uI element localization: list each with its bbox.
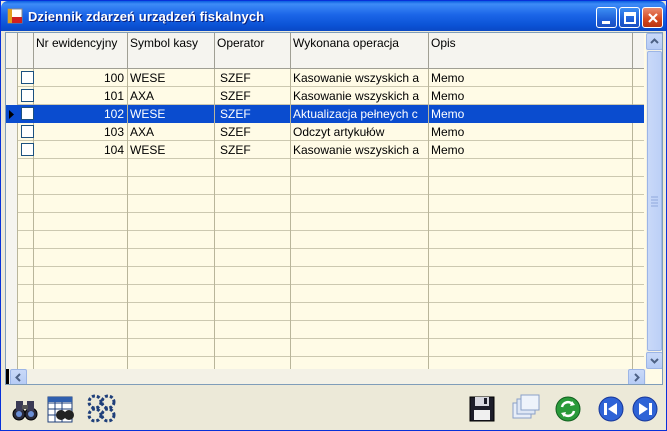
search-button[interactable] [9, 393, 41, 425]
next-button[interactable] [629, 393, 661, 425]
events-grid: Nr ewidencyjny Symbol kasy Operator Wyko… [5, 32, 663, 385]
table-row[interactable]: 104 WESE SZEF Kasowanie wszyskich a Memo [6, 141, 644, 159]
cell-symbol: WESE [128, 105, 215, 123]
gears-icon [87, 394, 116, 423]
row-checkbox[interactable] [21, 89, 34, 102]
cell-operacja: Kasowanie wszyskich a [291, 69, 429, 87]
column-header-filler [633, 33, 644, 69]
scroll-thumb[interactable] [647, 51, 662, 351]
scroll-down-button[interactable] [646, 352, 662, 369]
row-indicator-header [6, 33, 18, 69]
save-icon [469, 396, 495, 422]
column-header-operacja[interactable]: Wykonana operacja [291, 33, 429, 69]
cell-operator: SZEF [215, 141, 291, 159]
windows-button[interactable] [509, 393, 541, 425]
column-header-operator[interactable]: Operator [215, 33, 291, 69]
column-header-nr[interactable]: Nr ewidencyjny [34, 33, 128, 69]
scroll-right-button[interactable] [628, 369, 645, 384]
cell-symbol: AXA [128, 123, 215, 141]
column-header-symbol[interactable]: Symbol kasy [128, 33, 215, 69]
horizontal-scrollbar[interactable] [6, 369, 646, 384]
row-checkbox[interactable] [21, 107, 34, 120]
close-icon [648, 13, 658, 23]
cell-operator: SZEF [215, 87, 291, 105]
chevron-left-icon [15, 373, 21, 382]
grip-icon [651, 196, 658, 207]
row-checkbox[interactable] [21, 143, 34, 156]
previous-button[interactable] [595, 393, 627, 425]
cell-operacja: Aktualizacja pełneych c [291, 105, 429, 123]
column-header-opis[interactable]: Opis [429, 33, 633, 69]
settings-button[interactable] [86, 393, 118, 425]
app-window: Dziennik zdarzeń urządzeń fiskalnych Nr … [0, 0, 667, 431]
minimize-button[interactable] [596, 7, 617, 28]
current-row-indicator-icon [9, 110, 14, 119]
cell-operacja: Odczyt artykułów [291, 123, 429, 141]
cell-nr: 101 [34, 87, 128, 105]
cell-opis: Memo [431, 143, 465, 157]
cell-opis: Memo [431, 89, 465, 103]
row-divider [6, 302, 644, 303]
maximize-button[interactable] [619, 7, 640, 28]
next-icon [632, 396, 658, 422]
cell-operator: SZEF [215, 105, 291, 123]
windows-icon [512, 394, 540, 419]
refresh-button[interactable] [552, 393, 584, 425]
checkbox-header[interactable] [18, 33, 34, 69]
cell-symbol: AXA [128, 87, 215, 105]
title-bar[interactable]: Dziennik zdarzeń urządzeń fiskalnych [1, 1, 666, 31]
row-divider [6, 266, 644, 267]
cell-operacja: Kasowanie wszyskich a [291, 141, 429, 159]
minimize-icon [602, 21, 610, 24]
cell-operator: SZEF [215, 69, 291, 87]
row-divider [6, 176, 644, 177]
binoculars-icon [12, 401, 38, 421]
filter-button[interactable] [45, 393, 77, 425]
close-button[interactable] [642, 7, 663, 28]
cell-nr: 103 [34, 123, 128, 141]
chevron-down-icon [650, 358, 659, 364]
refresh-icon [555, 396, 581, 422]
cell-opis: Memo [431, 71, 465, 85]
cell-symbol: WESE [128, 69, 215, 87]
row-divider [6, 230, 644, 231]
vertical-scrollbar[interactable] [646, 33, 662, 369]
chevron-up-icon [650, 38, 659, 44]
row-divider [6, 338, 644, 339]
row-divider [6, 356, 644, 357]
table-row[interactable]: 101 AXA SZEF Kasowanie wszyskich a Memo [6, 87, 644, 105]
scroll-left-button[interactable] [10, 369, 27, 384]
bottom-toolbar [1, 387, 666, 431]
cell-operator: SZEF [215, 123, 291, 141]
window-title: Dziennik zdarzeń urządzeń fiskalnych [28, 9, 265, 24]
row-checkbox[interactable] [21, 71, 34, 84]
grid-filter-icon [47, 396, 74, 423]
row-divider [6, 212, 644, 213]
maximize-icon [624, 12, 636, 24]
chevron-right-icon [634, 373, 640, 382]
save-button[interactable] [466, 393, 498, 425]
prev-icon [598, 396, 624, 422]
cell-nr: 102 [34, 105, 128, 123]
table-row-selected[interactable]: 102 WESE SZEF Aktualizacja pełneych c Me… [6, 105, 644, 123]
cell-nr: 104 [34, 141, 128, 159]
cell-symbol: WESE [128, 141, 215, 159]
table-row[interactable]: 103 AXA SZEF Odczyt artykułów Memo [6, 123, 644, 141]
cell-nr: 100 [34, 69, 128, 87]
cell-opis: Memo [431, 107, 465, 121]
app-icon [7, 8, 23, 24]
row-divider [6, 194, 644, 195]
hscroll-position-marker [6, 369, 9, 384]
row-divider [6, 284, 644, 285]
cell-opis: Memo [431, 125, 465, 139]
cell-operacja: Kasowanie wszyskich a [291, 87, 429, 105]
row-divider [6, 248, 644, 249]
row-checkbox[interactable] [21, 125, 34, 138]
scroll-up-button[interactable] [646, 33, 662, 50]
row-divider [6, 320, 644, 321]
table-row[interactable]: 100 WESE SZEF Kasowanie wszyskich a Memo [6, 69, 644, 87]
